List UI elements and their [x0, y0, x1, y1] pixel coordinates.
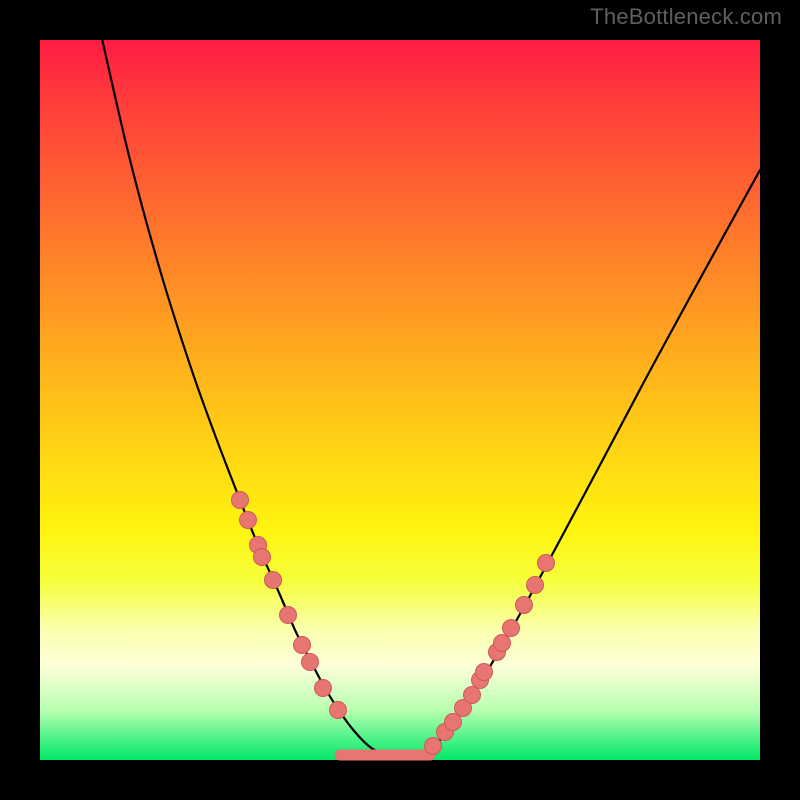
data-marker — [294, 637, 311, 654]
plot-area — [40, 40, 760, 760]
bottleneck-curve — [100, 30, 760, 758]
data-marker — [494, 635, 511, 652]
data-marker — [302, 654, 319, 671]
data-marker — [315, 680, 332, 697]
data-marker — [265, 572, 282, 589]
data-marker — [280, 607, 297, 624]
data-marker — [330, 702, 347, 719]
data-marker — [240, 512, 257, 529]
markers-right-group — [425, 555, 555, 755]
watermark-text: TheBottleneck.com — [590, 4, 782, 30]
data-marker — [476, 664, 493, 681]
data-marker — [232, 492, 249, 509]
markers-left-group — [232, 492, 347, 719]
chart-frame: TheBottleneck.com — [0, 0, 800, 800]
chart-svg — [40, 40, 760, 760]
data-marker — [425, 738, 442, 755]
data-marker — [254, 549, 271, 566]
data-marker — [538, 555, 555, 572]
data-marker — [464, 687, 481, 704]
data-marker — [503, 620, 520, 637]
curve-line — [100, 30, 760, 758]
data-marker — [445, 714, 462, 731]
data-marker — [527, 577, 544, 594]
data-marker — [516, 597, 533, 614]
